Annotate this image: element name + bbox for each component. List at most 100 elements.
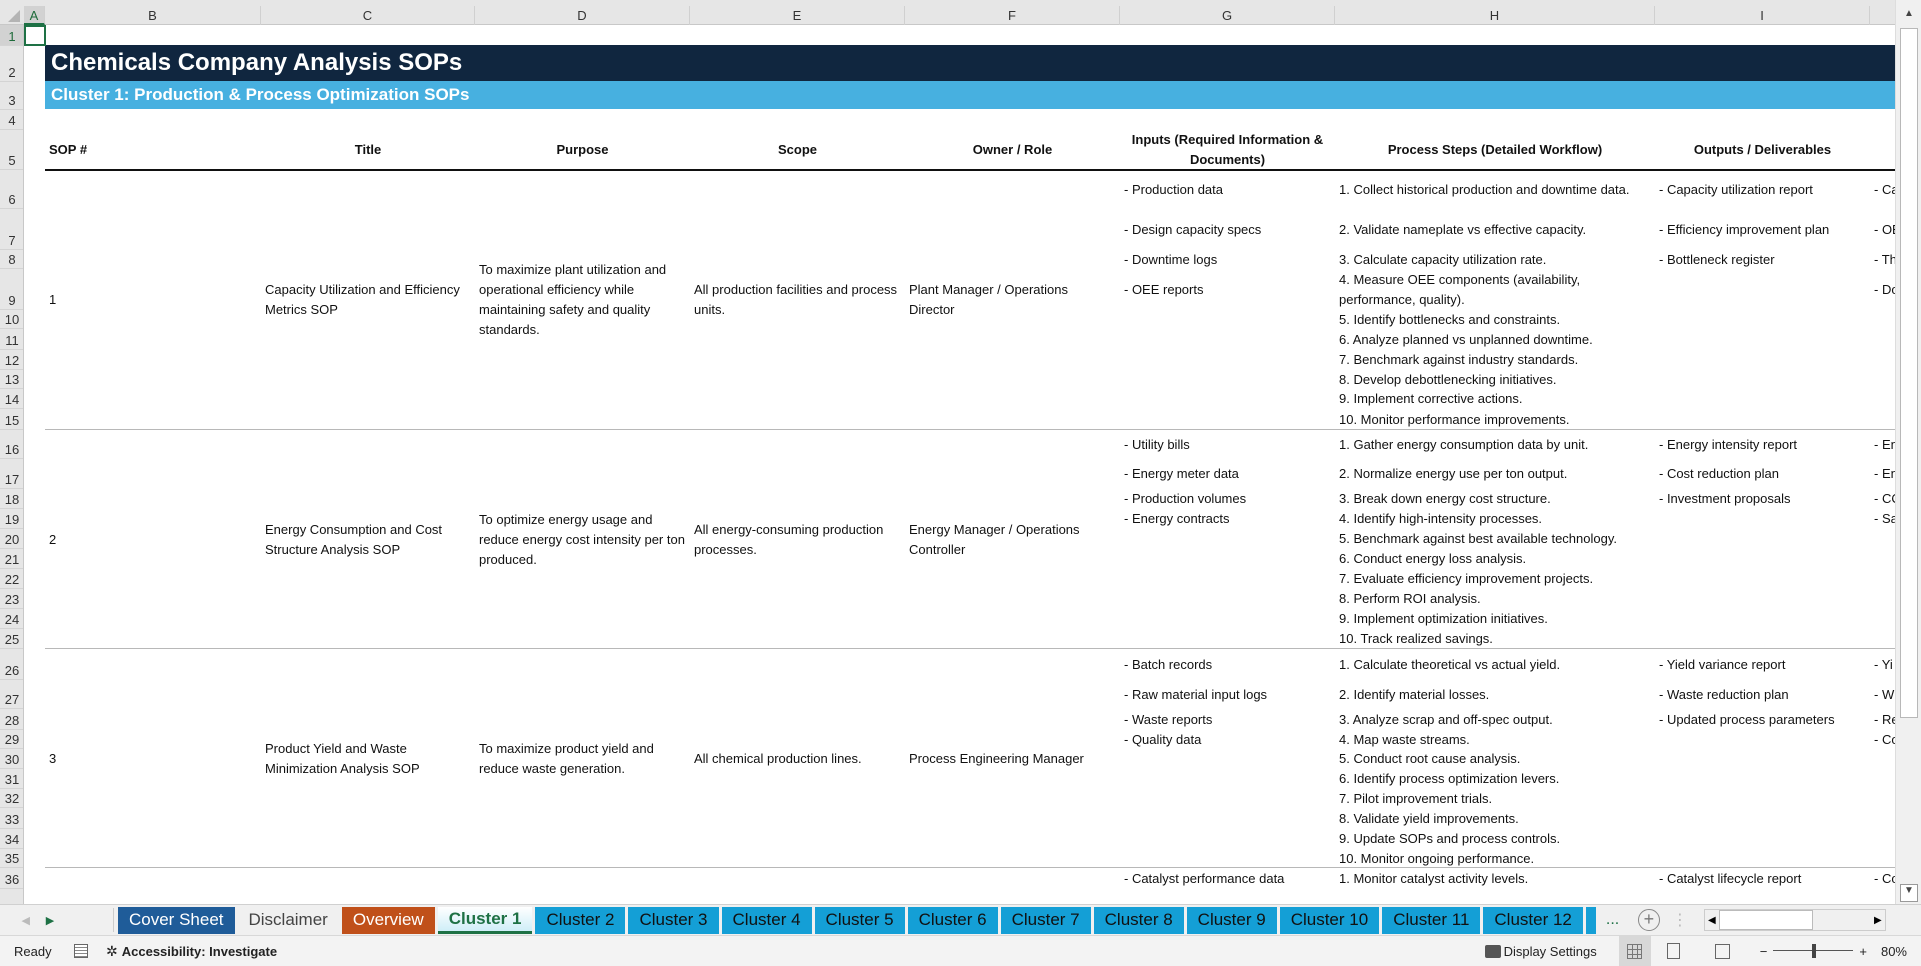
column-header-I[interactable]: I [1655, 6, 1870, 25]
truncated-cell[interactable]: - Ca [1874, 170, 1895, 209]
truncated-cell[interactable]: - Co [1874, 730, 1895, 749]
step-item[interactable]: 6. Identify process optimization levers. [1339, 769, 1653, 789]
row-header-31[interactable]: 31 [0, 769, 23, 789]
input-item[interactable]: - Production data [1124, 170, 1333, 209]
step-item[interactable]: 1. Calculate theoretical vs actual yield… [1339, 649, 1653, 680]
row-header-11[interactable]: 11 [0, 329, 23, 350]
truncated-cell[interactable]: - En [1874, 430, 1895, 459]
tab-cluster-12[interactable]: Cluster 12 [1483, 906, 1583, 934]
input-item[interactable]: - OEE reports [1124, 269, 1333, 310]
row-header-2[interactable]: 2 [0, 46, 23, 82]
input-item[interactable]: - Batch records [1124, 649, 1333, 680]
row-header-35[interactable]: 35 [0, 849, 23, 868]
sop-title[interactable]: Product Yield and Waste Minimization Ana… [265, 649, 471, 868]
tab-cluster-5[interactable]: Cluster 5 [814, 906, 905, 934]
zoom-in-button[interactable]: + [1859, 944, 1867, 959]
zoom-level[interactable]: 80% [1881, 944, 1907, 959]
normal-view-button[interactable] [1618, 936, 1651, 966]
column-header-C[interactable]: C [261, 6, 475, 25]
row-header-28[interactable]: 28 [0, 709, 23, 730]
step-item[interactable]: 10. Monitor performance improvements. [1339, 409, 1653, 430]
tab-cluster-6[interactable]: Cluster 6 [907, 906, 998, 934]
row-header-17[interactable]: 17 [0, 459, 23, 489]
row-header-34[interactable]: 34 [0, 829, 23, 849]
display-settings-button[interactable]: Display Settings [1504, 944, 1597, 959]
step-item[interactable]: 7. Benchmark against industry standards. [1339, 350, 1653, 370]
step-item[interactable]: 3. Calculate capacity utilization rate. [1339, 250, 1653, 269]
step-item[interactable]: 10. Track realized savings. [1339, 629, 1653, 649]
page-layout-view-button[interactable] [1666, 943, 1680, 959]
sop-title[interactable]: Energy Consumption and Cost Structure An… [265, 430, 471, 649]
active-cell-A1[interactable] [24, 25, 46, 46]
row-header-18[interactable]: 18 [0, 489, 23, 509]
step-item[interactable]: 6. Analyze planned vs unplanned downtime… [1339, 329, 1653, 350]
input-item[interactable]: - Energy contracts [1124, 509, 1333, 529]
output-item[interactable]: - Cost reduction plan [1659, 459, 1868, 489]
macro-recording-icon[interactable] [74, 944, 88, 958]
display-settings-icon[interactable] [1484, 944, 1501, 958]
scroll-right-icon[interactable]: ▶ [1871, 915, 1885, 926]
row-header-6[interactable]: 6 [0, 170, 23, 209]
tab-cluster-4[interactable]: Cluster 4 [721, 906, 812, 934]
step-item[interactable]: 8. Develop debottlenecking initiatives. [1339, 370, 1653, 389]
input-item[interactable]: - Raw material input logs [1124, 680, 1333, 709]
tab-scroll-right-icon[interactable]: ▶ [30, 914, 70, 927]
input-item[interactable]: - Design capacity specs [1124, 209, 1333, 250]
step-item[interactable]: 7. Pilot improvement trials. [1339, 789, 1653, 808]
tab-cluster-11[interactable]: Cluster 11 [1382, 906, 1481, 934]
sop-purpose[interactable]: To optimize energy usage and reduce ener… [479, 430, 686, 649]
sop-title[interactable]: Capacity Utilization and Efficiency Metr… [265, 170, 471, 430]
row-header-22[interactable]: 22 [0, 569, 23, 589]
vertical-scroll-thumb[interactable] [1900, 28, 1918, 718]
output-item[interactable]: - Efficiency improvement plan [1659, 209, 1868, 250]
truncated-cell[interactable]: - Sa [1874, 509, 1895, 529]
row-header-26[interactable]: 26 [0, 649, 23, 680]
step-item[interactable]: 5. Identify bottlenecks and constraints. [1339, 310, 1653, 329]
step-item[interactable]: 2. Identify material losses. [1339, 680, 1653, 709]
step-item[interactable]: 3. Analyze scrap and off-spec output. [1339, 709, 1653, 730]
vertical-scrollbar[interactable]: ▲ ▼ [1895, 0, 1921, 904]
tab-cluster-7[interactable]: Cluster 7 [1000, 906, 1091, 934]
tab-cluster-10[interactable]: Cluster 10 [1279, 906, 1380, 934]
row-header-30[interactable]: 30 [0, 749, 23, 769]
tab-cluster-9[interactable]: Cluster 9 [1186, 906, 1277, 934]
output-item[interactable]: - Waste reduction plan [1659, 680, 1868, 709]
output-item[interactable]: - Investment proposals [1659, 489, 1868, 509]
step-item[interactable]: 1. Collect historical production and dow… [1339, 170, 1653, 209]
truncated-cell[interactable]: - Re [1874, 709, 1895, 730]
output-item[interactable]: - Energy intensity report [1659, 430, 1868, 459]
scroll-down-button[interactable]: ▼ [1900, 884, 1918, 902]
truncated-cell[interactable]: - Co [1874, 868, 1895, 889]
input-item[interactable]: - Waste reports [1124, 709, 1333, 730]
row-header-27[interactable]: 27 [0, 680, 23, 709]
row-header-3[interactable]: 3 [0, 82, 23, 110]
sop-owner[interactable]: Plant Manager / Operations Director [909, 170, 1116, 430]
row-header-12[interactable]: 12 [0, 350, 23, 370]
sop-owner[interactable]: Energy Manager / Operations Controller [909, 430, 1116, 649]
page-break-view-button[interactable] [1714, 943, 1730, 959]
step-item[interactable]: 8. Validate yield improvements. [1339, 808, 1653, 829]
step-item[interactable]: 5. Benchmark against best available tech… [1339, 529, 1653, 549]
sop-number[interactable]: 3 [49, 649, 257, 868]
row-header-10[interactable]: 10 [0, 310, 23, 329]
row-header-24[interactable]: 24 [0, 609, 23, 629]
row-header-21[interactable]: 21 [0, 549, 23, 569]
step-item[interactable]: 6. Conduct energy loss analysis. [1339, 549, 1653, 569]
truncated-cell[interactable]: - Do [1874, 269, 1895, 310]
column-header-H[interactable]: H [1335, 6, 1655, 25]
sop-owner[interactable]: Process Engineering Manager [909, 649, 1116, 868]
input-item[interactable]: - Utility bills [1124, 430, 1333, 459]
input-item[interactable]: - Energy meter data [1124, 459, 1333, 489]
input-item[interactable]: - Production volumes [1124, 489, 1333, 509]
tab-partial[interactable] [1585, 906, 1596, 934]
splitter-handle[interactable]: ⋮ [1672, 910, 1688, 930]
sop-scope[interactable]: All production facilities and process un… [694, 170, 901, 430]
step-item[interactable]: 9. Implement corrective actions. [1339, 389, 1653, 409]
scroll-up-button[interactable]: ▲ [1900, 8, 1918, 24]
input-item[interactable]: - Downtime logs [1124, 250, 1333, 269]
input-item[interactable]: - Quality data [1124, 730, 1333, 749]
step-item[interactable]: 4. Identify high-intensity processes. [1339, 509, 1653, 529]
sop-scope[interactable]: All chemical production lines. [694, 649, 901, 868]
output-item[interactable]: - Yield variance report [1659, 649, 1868, 680]
step-item[interactable]: 2. Normalize energy use per ton output. [1339, 459, 1653, 489]
